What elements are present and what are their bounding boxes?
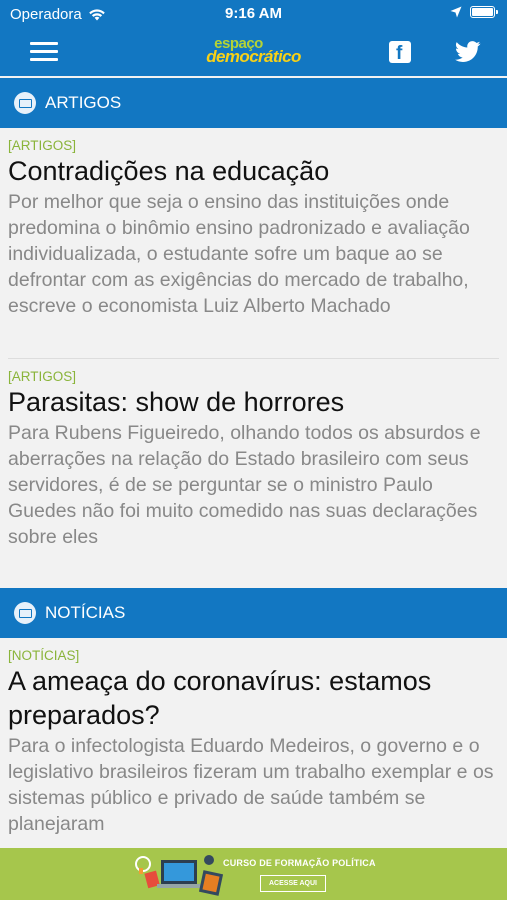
battery-icon bbox=[470, 6, 498, 18]
article-item[interactable]: [ARTIGOS] Parasitas: show de horrores Pa… bbox=[0, 359, 507, 589]
logo-line2: democrático bbox=[206, 47, 301, 66]
article-title[interactable]: Contradições na educação bbox=[8, 154, 499, 188]
ad-banner[interactable]: CURSO DE FORMAÇÃO POLÍTICA ACESSE AQUI bbox=[0, 848, 507, 900]
article-excerpt: Para Rubens Figueiredo, olhando todos os… bbox=[8, 422, 481, 548]
article-excerpt: Por melhor que seja o ensino das institu… bbox=[8, 191, 470, 317]
ad-title: CURSO DE FORMAÇÃO POLÍTICA bbox=[223, 858, 376, 868]
article-excerpt: Para o infectologista Eduardo Medeiros, … bbox=[8, 735, 494, 835]
section-title: NOTÍCIAS bbox=[45, 603, 126, 622]
article-tag: [NOTÍCIAS] bbox=[8, 648, 80, 663]
status-bar: Operadora 9:16 AM bbox=[0, 0, 507, 28]
section-title: ARTIGOS bbox=[45, 93, 122, 112]
section-book-icon bbox=[14, 602, 36, 624]
article-item[interactable]: [ARTIGOS] Contradições na educação Por m… bbox=[0, 128, 507, 358]
twitter-icon[interactable] bbox=[455, 41, 481, 63]
section-book-icon bbox=[14, 92, 36, 114]
course-illustration-icon bbox=[135, 855, 224, 896]
article-item[interactable]: [NOTÍCIAS] A ameaça do coronavírus: esta… bbox=[0, 638, 507, 848]
battery-fill bbox=[472, 8, 493, 16]
article-tag: [ARTIGOS] bbox=[8, 138, 77, 153]
status-right-group bbox=[450, 6, 498, 18]
ad-access-button[interactable]: ACESSE AQUI bbox=[260, 875, 326, 892]
article-tag: [ARTIGOS] bbox=[8, 369, 77, 384]
article-title[interactable]: Parasitas: show de horrores bbox=[8, 385, 499, 419]
section-header-noticias[interactable]: NOTÍCIAS bbox=[0, 588, 507, 638]
status-time: 9:16 AM bbox=[225, 5, 282, 22]
app-logo[interactable]: espaço democrático bbox=[0, 36, 507, 66]
location-arrow-icon bbox=[450, 6, 462, 18]
nav-bar: espaço democrático f bbox=[0, 28, 507, 76]
facebook-icon[interactable]: f bbox=[389, 41, 411, 64]
article-title[interactable]: A ameaça do coronavírus: estamos prepara… bbox=[8, 664, 499, 732]
section-header-artigos[interactable]: ARTIGOS bbox=[0, 78, 507, 128]
